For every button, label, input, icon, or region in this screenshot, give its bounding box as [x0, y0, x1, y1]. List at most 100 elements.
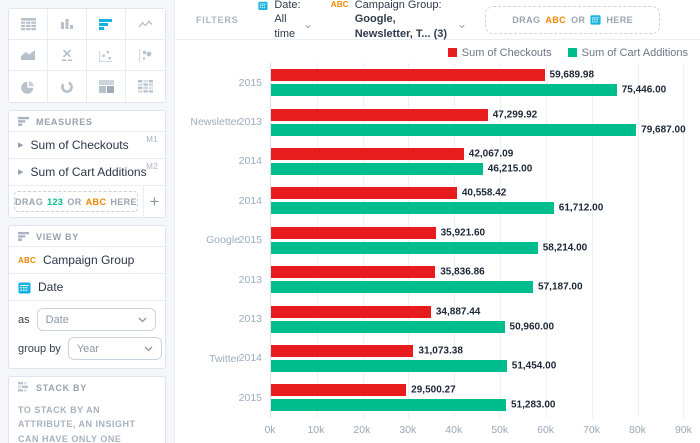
vis-type-bubble-chart[interactable] [126, 40, 165, 71]
vis-type-column-chart[interactable] [48, 9, 87, 40]
date-filter[interactable]: Date: All time [258, 0, 310, 41]
vis-type-treemap[interactable] [87, 71, 126, 102]
stack-by-icon [18, 382, 30, 393]
year-axis-label: 2014 [239, 352, 262, 364]
view-by-icon [18, 231, 30, 242]
scatter-plot-icon [99, 49, 113, 62]
year-axis-label: 2014 [239, 155, 262, 167]
x-tick-label: 40k [445, 424, 462, 436]
granularity-select[interactable]: Year [68, 337, 162, 360]
chart-row: 2013 35,836.86 57,187.00 [271, 260, 688, 299]
abc-icon: ABC [331, 0, 349, 41]
chart-row: 2014 42,067.09 46,215.00 [271, 142, 688, 181]
checkouts-bar[interactable]: 29,500.27 [271, 384, 406, 396]
view-by-item-campaign-group[interactable]: ABC Campaign Group [9, 246, 165, 273]
cart-additions-value-label: 51,454.00 [512, 360, 557, 371]
vis-type-line-chart[interactable] [126, 9, 165, 40]
chevron-down-icon [138, 317, 147, 323]
x-tick-label: 0k [264, 424, 275, 436]
checkouts-bar[interactable]: 31,073.38 [271, 345, 413, 357]
group-by-label: group by [18, 343, 61, 355]
filter-value-text: Google, Newsletter, T... (3) [355, 12, 456, 41]
measures-header: MEASURES [9, 111, 165, 131]
measure-tag: M1 [146, 135, 158, 144]
chevron-down-icon [459, 24, 465, 29]
measures-title: MEASURES [36, 117, 93, 127]
filter-value: Google, Newsletter, T... (3) [355, 12, 466, 41]
chart-row: 2014 40,558.42 61,712.00 [271, 181, 688, 220]
vis-type-area-chart[interactable] [9, 40, 48, 71]
donut-chart-icon [60, 80, 74, 94]
drop-zone-text: OR [571, 15, 585, 25]
x-tick-label: 90k [675, 424, 692, 436]
legend-label: Sum of Checkouts [462, 47, 552, 59]
checkouts-bar[interactable]: 40,558.42 [271, 187, 457, 199]
cart-additions-value-label: 50,960.00 [510, 321, 555, 332]
group-axis-label: Google [206, 234, 240, 246]
checkouts-bar[interactable]: 42,067.09 [271, 148, 464, 160]
legend-item-checkouts[interactable]: Sum of Checkouts [448, 47, 552, 59]
view-by-item-date[interactable]: Date [9, 273, 165, 300]
cart-additions-bar[interactable]: 61,712.00 [271, 202, 554, 214]
checkouts-bar[interactable]: 47,299.92 [271, 109, 488, 121]
view-by-title: VIEW BY [36, 232, 79, 242]
stack-by-message: TO STACK BY AN ATTRIBUTE, AN INSIGHT CAN… [9, 397, 165, 443]
measure-item-cart-additions[interactable]: ▸ Sum of Cart Additions M2 [9, 158, 165, 185]
year-axis-label: 2014 [239, 195, 262, 207]
drop-zone-text: HERE [606, 15, 633, 25]
x-tick-label: 70k [583, 424, 600, 436]
line-chart-icon [138, 18, 153, 31]
sidebar: MEASURES ▸ Sum of Checkouts M1 ▸ Sum of … [0, 0, 175, 443]
cart-additions-bar[interactable]: 51,454.00 [271, 360, 507, 372]
abc-token: ABC [86, 197, 107, 207]
stack-by-header: STACK BY [9, 377, 165, 397]
stack-by-section: STACK BY TO STACK BY AN ATTRIBUTE, AN IN… [8, 376, 166, 443]
cart-additions-bar[interactable]: 50,960.00 [271, 321, 505, 333]
measures-drop-zone[interactable]: DRAG 123 OR ABC HERE [14, 191, 138, 212]
abc-icon: ABC [18, 256, 36, 265]
date-dimension-select[interactable]: Date [37, 308, 156, 331]
cart-additions-bar[interactable]: 58,214.00 [271, 242, 538, 254]
vis-type-headline[interactable] [48, 40, 87, 71]
red-swatch-icon [448, 48, 457, 57]
cart-additions-bar[interactable]: 46,215.00 [271, 163, 483, 175]
checkouts-value-label: 35,836.86 [440, 267, 485, 278]
legend-item-cart-additions[interactable]: Sum of Cart Additions [568, 47, 688, 59]
cart-additions-value-label: 46,215.00 [488, 163, 533, 174]
filter-value-text: All time [274, 12, 301, 41]
chart-row: 2015 29,500.27 51,283.00 [271, 378, 688, 417]
vis-type-scatter-plot[interactable] [87, 40, 126, 71]
chart-area: Sum of Checkouts Sum of Cart Additions 2… [175, 40, 700, 443]
analytical-designer-app: MEASURES ▸ Sum of Checkouts M1 ▸ Sum of … [0, 0, 700, 443]
vis-type-table[interactable] [9, 9, 48, 40]
cart-additions-bar[interactable]: 51,283.00 [271, 399, 506, 411]
view-by-section: VIEW BY ABC Campaign Group Date as Date [8, 225, 166, 369]
measure-tag: M2 [146, 162, 158, 171]
x-tick-label: 20k [353, 424, 370, 436]
vis-type-donut-chart[interactable] [48, 71, 87, 102]
cart-additions-bar[interactable]: 75,446.00 [271, 84, 617, 96]
cart-additions-bar[interactable]: 79,687.00 [271, 124, 636, 136]
as-label: as [18, 314, 30, 326]
view-by-header: VIEW BY [9, 226, 165, 246]
vis-type-heatmap[interactable] [126, 71, 165, 102]
campaign-group-filter[interactable]: ABC Campaign Group: Google, Newsletter, … [331, 0, 465, 41]
checkouts-bar[interactable]: 35,921.60 [271, 227, 436, 239]
checkouts-bar[interactable]: 35,836.86 [271, 266, 435, 278]
filters-drop-zone[interactable]: DRAG ABC OR HERE [485, 6, 660, 34]
checkouts-bar[interactable]: 34,887.44 [271, 306, 431, 318]
vis-type-pie-chart[interactable] [9, 71, 48, 102]
measures-icon [18, 116, 30, 127]
cart-additions-bar[interactable]: 57,187.00 [271, 281, 533, 293]
add-measure-button[interactable]: + [143, 186, 165, 217]
measure-item-checkouts[interactable]: ▸ Sum of Checkouts M1 [9, 131, 165, 158]
area-chart-icon [21, 49, 36, 61]
filter-value: All time [274, 12, 310, 41]
attribute-label: Campaign Group [43, 253, 134, 267]
chart-row: 2015 35,921.60 58,214.00 [271, 221, 688, 260]
chart-row: 2013 34,887.44 50,960.00 [271, 299, 688, 338]
measure-label: Sum of Cart Additions [31, 165, 147, 179]
vis-type-bar-chart[interactable] [87, 9, 126, 40]
numeric-token: 123 [47, 197, 63, 207]
checkouts-bar[interactable]: 59,689.98 [271, 69, 545, 81]
